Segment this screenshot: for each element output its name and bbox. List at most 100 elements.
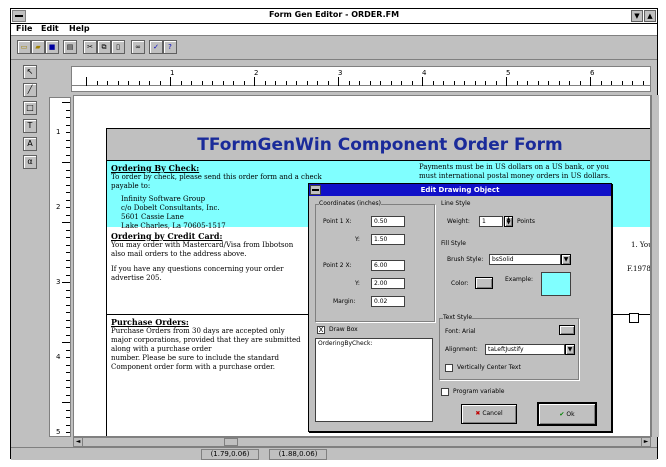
paste-icon[interactable]: ▯: [111, 40, 125, 54]
p2y-field[interactable]: 2.00: [371, 278, 405, 289]
p1y-field[interactable]: 1.50: [371, 234, 405, 245]
ruler-tick: [66, 109, 70, 111]
ruler-tick: [66, 117, 70, 118]
help-icon[interactable]: ?: [163, 40, 177, 54]
menu-help[interactable]: Help: [69, 24, 90, 33]
alignment-select[interactable]: taLeftJustify: [485, 344, 565, 355]
ruler-tick: [86, 77, 87, 86]
ruler-tick: [66, 432, 70, 433]
binoculars-icon[interactable]: ∞: [131, 40, 145, 54]
ruler-tick: [62, 162, 70, 163]
check-heading: Ordering By Check:: [111, 163, 200, 173]
p2x-field[interactable]: 6.00: [371, 260, 405, 271]
maximize-icon[interactable]: ▲: [644, 10, 656, 22]
ruler-label: 4: [56, 353, 61, 361]
ruler-tick: [66, 154, 70, 156]
ruler-tick: [401, 81, 402, 85]
ruler-tick: [128, 81, 129, 85]
alignment-dropdown-icon[interactable]: ▼: [565, 344, 575, 355]
ruler-tick: [62, 282, 70, 283]
brush-dropdown-icon[interactable]: ▼: [561, 254, 571, 265]
p1y-label: Y:: [355, 236, 360, 243]
draw-box-checkbox[interactable]: X: [317, 326, 325, 334]
ruler-tick: [632, 81, 633, 85]
ruler-tick: [306, 81, 308, 85]
ruler-tick: [62, 342, 70, 343]
ruler-label: 1: [170, 69, 175, 77]
brush-style-label: Brush Style:: [447, 256, 484, 263]
menu-bar: File Edit Help: [11, 24, 657, 36]
ruler-tick: [243, 81, 245, 85]
weight-field[interactable]: 1: [479, 216, 503, 227]
dialog-system-menu-icon[interactable]: [310, 185, 321, 195]
ruler-label: 6: [590, 69, 595, 77]
color-label: Color:: [451, 280, 469, 287]
ruler-tick: [191, 81, 192, 85]
selection-handle[interactable]: [629, 313, 639, 323]
text-tool-icon[interactable]: T: [23, 119, 37, 133]
horizontal-ruler: 1 2 3 4 5 6: [71, 66, 651, 92]
variable-tool-icon[interactable]: α: [23, 155, 37, 169]
ruler-tick: [264, 81, 266, 85]
vertical-scrollbar[interactable]: [651, 95, 659, 437]
print-icon[interactable]: ▤: [63, 40, 77, 54]
new-file-icon[interactable]: ▭: [17, 40, 31, 54]
ruler-tick: [180, 81, 182, 85]
horizontal-scrollbar[interactable]: ◄ ►: [73, 437, 651, 447]
po-body: Purchase Orders from 30 days are accepte…: [111, 327, 301, 371]
ruler-tick: [233, 81, 234, 85]
ruler-tick: [66, 357, 70, 358]
ruler-tick: [66, 409, 70, 411]
weight-spinner-icon[interactable]: ▲ ▼: [504, 216, 513, 227]
title-bar: Form Gen Editor - ORDER.FM ▼ ▲: [11, 9, 657, 24]
save-icon[interactable]: ■: [45, 40, 59, 54]
scroll-thumb[interactable]: [224, 438, 238, 446]
program-variable-checkbox[interactable]: [441, 388, 449, 396]
ruler-tick: [149, 81, 150, 85]
cancel-button[interactable]: ✖ Cancel: [461, 404, 517, 424]
menu-edit[interactable]: Edit: [41, 24, 59, 33]
font-button[interactable]: [559, 325, 575, 335]
ruler-label: 2: [254, 69, 259, 77]
ruler-label: 5: [506, 69, 511, 77]
ruler-tick: [453, 81, 455, 85]
ok-button[interactable]: ✔ Ok: [537, 402, 597, 426]
status-position-2: (1.88,0.06): [269, 449, 327, 460]
ruler-tick: [66, 289, 70, 291]
font-tool-icon[interactable]: A: [23, 137, 37, 151]
p1x-label: Point 1 X:: [323, 218, 352, 225]
menu-file[interactable]: File: [16, 24, 32, 33]
ruler-tick: [66, 394, 70, 396]
minimize-icon[interactable]: ▼: [631, 10, 643, 22]
ruler-tick: [66, 424, 70, 426]
ruler-tick: [359, 81, 360, 85]
ok-check-icon: ✔: [559, 411, 565, 418]
p1x-field[interactable]: 0.50: [371, 216, 405, 227]
brush-style-select[interactable]: bsSolid: [489, 254, 561, 265]
ruler-tick: [327, 81, 329, 85]
copy-icon[interactable]: ⧉: [97, 40, 111, 54]
ruler-tick: [443, 81, 444, 85]
ruler-tick: [66, 124, 70, 126]
check-icon[interactable]: ✓: [149, 40, 163, 54]
ruler-label: 4: [422, 69, 427, 77]
open-folder-icon[interactable]: ▰: [31, 40, 45, 54]
ruler-tick: [348, 81, 350, 85]
box-tool-icon[interactable]: □: [23, 101, 37, 115]
ruler-tick: [66, 387, 70, 388]
credit-body: You may order with Mastercard/Visa from …: [111, 241, 294, 258]
ruler-tick: [66, 417, 70, 418]
cut-icon[interactable]: ✂: [83, 40, 97, 54]
p2y-label: Y:: [355, 280, 360, 287]
vcenter-checkbox[interactable]: [445, 364, 453, 372]
margin-field[interactable]: 0.02: [371, 296, 405, 307]
select-tool-icon[interactable]: ↖: [23, 65, 37, 79]
color-button[interactable]: [475, 277, 493, 289]
scroll-left-icon[interactable]: ◄: [74, 438, 83, 446]
scroll-right-icon[interactable]: ►: [641, 438, 650, 446]
name-field[interactable]: OrderingByCheck:: [315, 338, 433, 422]
ruler-tick: [590, 77, 591, 86]
ruler-tick: [66, 252, 70, 253]
ruler-tick: [317, 81, 318, 85]
line-tool-icon[interactable]: ╱: [23, 83, 37, 97]
